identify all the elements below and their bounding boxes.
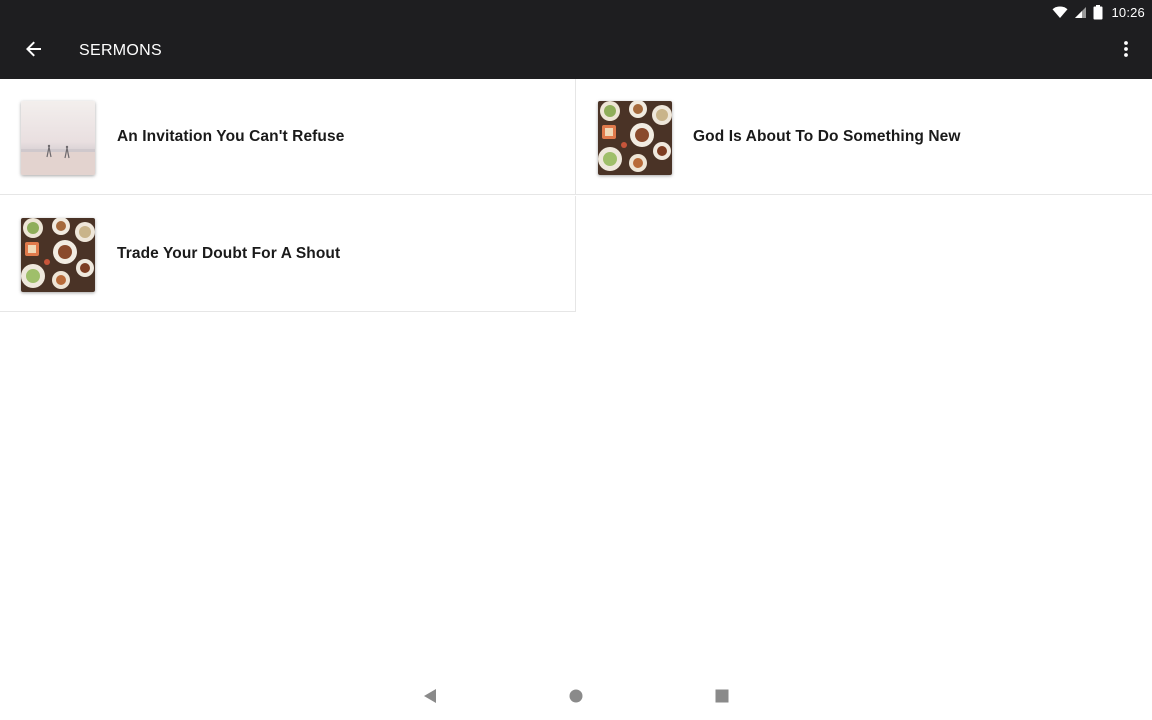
- screen: 10:26 SERMONS An Invitation You Can't Re…: [0, 0, 1152, 720]
- sermon-title: God Is About To Do Something New: [693, 128, 961, 145]
- sermon-thumbnail: [21, 218, 95, 292]
- back-button[interactable]: [12, 29, 56, 73]
- cell-signal-icon: [1074, 6, 1087, 19]
- overflow-menu-button[interactable]: [1106, 29, 1146, 73]
- nav-back-button[interactable]: [406, 676, 454, 720]
- recents-square-icon: [715, 689, 729, 708]
- wifi-icon: [1052, 6, 1068, 19]
- sermon-item[interactable]: An Invitation You Can't Refuse: [0, 79, 576, 195]
- more-vert-icon: [1124, 40, 1128, 62]
- status-time: 10:26: [1111, 4, 1145, 20]
- sermon-item[interactable]: Trade Your Doubt For A Shout: [0, 196, 576, 312]
- status-bar: 10:26: [0, 0, 1152, 24]
- status-icons: 10:26: [1052, 0, 1145, 24]
- back-triangle-icon: [423, 688, 437, 709]
- sermon-title: An Invitation You Can't Refuse: [117, 128, 345, 145]
- app-bar: SERMONS: [0, 24, 1152, 79]
- page-title: SERMONS: [79, 42, 162, 59]
- sermon-thumbnail: [598, 101, 672, 175]
- nav-home-button[interactable]: [552, 676, 600, 720]
- sermon-title: Trade Your Doubt For A Shout: [117, 245, 341, 262]
- sermon-thumbnail: [21, 101, 95, 175]
- home-circle-icon: [569, 689, 583, 708]
- navigation-bar: [0, 676, 1152, 720]
- nav-recents-button[interactable]: [698, 676, 746, 720]
- arrow-back-icon: [26, 41, 42, 62]
- sermon-item[interactable]: God Is About To Do Something New: [576, 79, 1152, 195]
- battery-icon: [1093, 4, 1103, 20]
